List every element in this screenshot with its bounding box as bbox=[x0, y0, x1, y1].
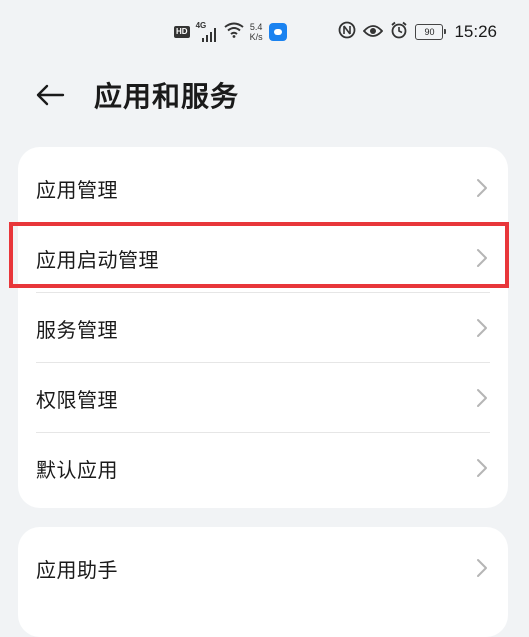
nfc-icon bbox=[338, 21, 356, 43]
page-title: 应用和服务 bbox=[94, 80, 240, 113]
list-item-label: 应用助手 bbox=[36, 557, 118, 582]
network-speed-unit: K/s bbox=[249, 32, 263, 42]
battery-level: 90 bbox=[424, 27, 435, 37]
list-item-label: 默认应用 bbox=[36, 457, 118, 482]
chevron-right-icon bbox=[476, 318, 488, 338]
header: 应用和服务 bbox=[0, 72, 529, 122]
list-item-default-apps[interactable]: 默认应用 bbox=[18, 433, 508, 503]
chevron-right-icon bbox=[476, 388, 488, 408]
eye-comfort-icon bbox=[363, 23, 384, 42]
battery-icon: 90 bbox=[415, 24, 447, 40]
chevron-right-icon bbox=[476, 558, 488, 578]
settings-group-assistant: 应用助手 bbox=[18, 527, 508, 637]
status-bar-right: 90 15:26 bbox=[338, 18, 497, 46]
cellular-signal-icon: 4G bbox=[196, 21, 218, 42]
settings-group-main: 应用管理 应用启动管理 服务管理 权限管理 默认应用 bbox=[18, 147, 508, 508]
alarm-icon bbox=[390, 21, 408, 43]
list-item-app-assistant[interactable]: 应用助手 bbox=[18, 533, 508, 603]
list-item-app-management[interactable]: 应用管理 bbox=[18, 153, 508, 223]
wifi-icon bbox=[223, 22, 244, 42]
back-arrow-icon bbox=[35, 84, 65, 110]
chevron-right-icon bbox=[476, 248, 488, 268]
network-speed-value: 5.4 bbox=[249, 22, 263, 32]
list-item-permission-management[interactable]: 权限管理 bbox=[18, 363, 508, 433]
chevron-right-icon bbox=[476, 458, 488, 478]
list-item-label: 应用启动管理 bbox=[36, 247, 159, 272]
list-item-label: 应用管理 bbox=[36, 177, 118, 202]
back-button[interactable] bbox=[30, 80, 70, 114]
status-time: 15:26 bbox=[454, 22, 497, 41]
app-notification-icon bbox=[268, 23, 287, 41]
chevron-right-icon bbox=[476, 178, 488, 198]
network-speed: 5.4 K/s bbox=[250, 22, 263, 42]
status-bar-left: HD 4G 5.4 K/s bbox=[174, 18, 287, 46]
list-item-label: 服务管理 bbox=[36, 317, 118, 342]
list-item-service-management[interactable]: 服务管理 bbox=[18, 293, 508, 363]
list-item-app-launch-management[interactable]: 应用启动管理 bbox=[18, 223, 508, 293]
hd-icon: HD bbox=[174, 26, 190, 38]
list-item-label: 权限管理 bbox=[36, 387, 118, 412]
status-bar: HD 4G 5.4 K/s 90 15:26 bbox=[0, 14, 529, 50]
